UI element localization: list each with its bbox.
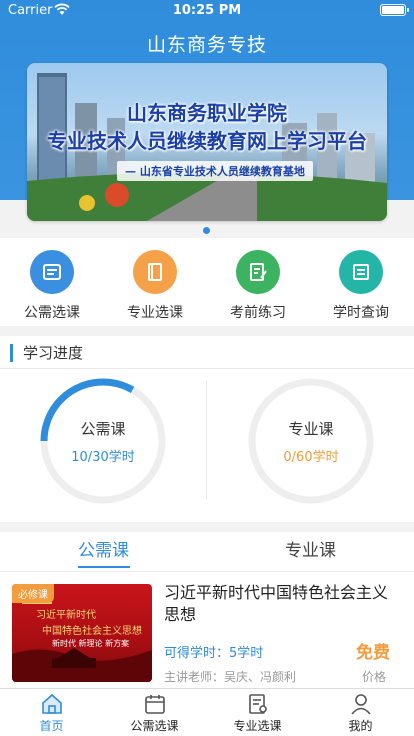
bottom-tab-bar: 首页 公需选课 专业选课 我的 bbox=[0, 688, 414, 736]
tabbar-label: 我的 bbox=[348, 719, 373, 733]
tabbar-label: 首页 bbox=[39, 719, 64, 733]
progress-name: 专业课 bbox=[288, 420, 334, 438]
divider bbox=[0, 368, 414, 369]
section-title: 学习进度 bbox=[10, 344, 83, 362]
course-teacher: 主讲老师：吴庆、冯颜利 bbox=[164, 670, 297, 684]
required-badge: 必修课 bbox=[12, 584, 54, 603]
user-icon bbox=[350, 694, 371, 715]
list-icon bbox=[30, 250, 74, 294]
progress-name: 公需课 bbox=[80, 420, 126, 438]
quick-label: 学时查询 bbox=[333, 305, 389, 321]
quick-label: 考前练习 bbox=[230, 305, 286, 321]
active-tab-indicator bbox=[78, 566, 130, 568]
quick-actions: 公需选课 专业选课 考前练习 学时查询 bbox=[0, 238, 414, 326]
battery-icon bbox=[380, 4, 409, 16]
quick-label: 公需选课 bbox=[24, 305, 80, 321]
course-tabs: 公需课 专业课 bbox=[0, 532, 414, 572]
progress-value: 0/60学时 bbox=[283, 450, 339, 465]
course-hours: 可得学时：5学时 bbox=[164, 646, 264, 661]
tab-professional-course[interactable]: 专业课 bbox=[207, 536, 414, 561]
page-title: 山东商务专技 bbox=[146, 34, 267, 56]
exam-icon bbox=[236, 250, 280, 294]
progress-value: 10/30学时 bbox=[71, 450, 135, 465]
quick-label: 专业选课 bbox=[127, 305, 183, 321]
course-card[interactable]: 必修课 习近平新时代 中国特色社会主义思想 新时代 新理论 新方案 习近平新时代… bbox=[0, 572, 414, 688]
query-icon bbox=[339, 250, 383, 294]
thumb-line1: 习近平新时代 bbox=[36, 610, 96, 621]
quick-professional-course[interactable]: 专业选课 bbox=[105, 250, 205, 322]
thumb-line2: 中国特色社会主义思想 bbox=[42, 626, 142, 637]
tabbar-mine[interactable]: 我的 bbox=[309, 693, 412, 734]
document-icon bbox=[248, 694, 267, 714]
carousel-indicator[interactable] bbox=[203, 227, 210, 234]
home-icon bbox=[41, 693, 62, 714]
thumb-line3: 新时代 新理论 新方案 bbox=[52, 639, 130, 648]
status-time: 10:25 PM bbox=[172, 3, 242, 18]
banner-carousel[interactable]: 山东商务职业学院 专业技术人员继续教育网上学习平台 — 山东省专业技术人员继续教… bbox=[27, 63, 387, 221]
quick-exam-practice[interactable]: 考前练习 bbox=[208, 250, 308, 322]
public-course-progress[interactable]: 公需课 10/30学时 bbox=[38, 376, 168, 506]
calendar-icon bbox=[144, 695, 165, 714]
tabbar-label: 公需选课 bbox=[130, 719, 179, 733]
banner-title: 山东商务职业学院 bbox=[127, 101, 287, 125]
course-price: 免费 bbox=[356, 643, 390, 663]
book-icon bbox=[133, 250, 177, 294]
divider bbox=[206, 380, 207, 500]
course-title: 习近平新时代中国特色社会主义思想 bbox=[164, 583, 389, 624]
tabbar-home[interactable]: 首页 bbox=[0, 693, 103, 734]
tabbar-label: 专业选课 bbox=[233, 719, 282, 733]
course-thumbnail: 必修课 习近平新时代 中国特色社会主义思想 新时代 新理论 新方案 bbox=[12, 584, 152, 682]
banner-subtitle: 专业技术人员继续教育网上学习平台 bbox=[47, 129, 367, 153]
professional-course-progress[interactable]: 专业课 0/60学时 bbox=[246, 376, 376, 506]
status-bar: Carrier 10:25 PM bbox=[0, 0, 414, 22]
quick-hours-query[interactable]: 学时查询 bbox=[311, 250, 411, 322]
study-progress-panel: 学习进度 公需课 10/30学时 专业课 0/60学时 bbox=[0, 336, 414, 522]
tabbar-public-course[interactable]: 公需选课 bbox=[103, 693, 206, 734]
banner-tag: — 山东省专业技术人员继续教育基地 bbox=[117, 161, 313, 181]
tabbar-professional-course[interactable]: 专业选课 bbox=[206, 693, 309, 734]
quick-public-course[interactable]: 公需选课 bbox=[2, 250, 102, 322]
progress-track bbox=[248, 378, 374, 504]
tab-public-course[interactable]: 公需课 bbox=[0, 536, 207, 561]
price-label: 价格 bbox=[361, 670, 386, 684]
